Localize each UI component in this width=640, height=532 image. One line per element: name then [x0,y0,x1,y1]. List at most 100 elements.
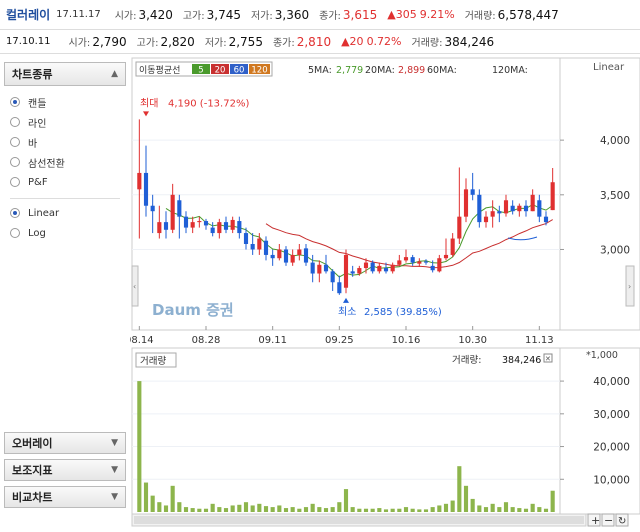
volume-bar [397,508,402,512]
stock-name[interactable]: 컬러레이 [6,6,50,23]
volume-value: 384,246 [502,355,541,366]
scrollbar-thumb[interactable] [134,516,584,524]
candle-body [323,264,329,272]
latest-date: 17.11.17 [56,9,101,20]
volume-bar [330,507,335,512]
chart-type-bar[interactable]: 바 [10,132,126,152]
scale-log[interactable]: Log [10,223,126,243]
volume-bar [243,502,249,512]
close-label: 종가: [319,11,341,22]
volume-axis-panel [559,347,640,515]
chart-area[interactable]: 3,000 3,500 4,000 Linear 이동평균선 5 20 60 120… [125,56,640,529]
chart-type-list: 캔들 라인 바 삼선전환 P&F Linear Log [4,86,126,243]
ma5-value: 2,779 [336,65,363,76]
scale-linear[interactable]: Linear [10,203,126,223]
volume-bar [517,508,522,512]
chart-type-pnf[interactable]: P&F [10,172,126,192]
radio-icon[interactable] [10,177,20,187]
hover-info-bar: 17.10.11 시가: 2,790 고가: 2,820 저가: 2,755 종… [0,30,640,54]
low-label: 저가: [250,11,273,22]
price-tick-label: 4,000 [600,135,630,147]
volume-bar [310,503,315,512]
volume-bar [217,507,222,512]
max-annotation-value: 4,190 (-13.72%) [168,98,249,109]
volume-tick-label: 40,000 [593,376,630,388]
chart-type-three-line-break[interactable]: 삼선전환 [10,152,126,172]
minus-icon: − [604,514,613,527]
volume-bar [510,507,515,512]
candle-body [477,194,482,223]
candle-body [303,248,309,263]
candle-body [517,205,522,212]
ma5-swatch-label: 5 [198,66,203,76]
radio-icon[interactable] [10,137,20,147]
volume-bar [343,489,349,512]
volume-bar [263,506,269,512]
candle-body [270,254,275,259]
plus-icon: + [591,514,600,527]
radio-icon[interactable] [10,157,20,167]
volume-bar [270,507,275,512]
volume-bar [290,507,295,512]
close-value: 3,615 [342,7,378,22]
x-tick-label: 11.13 [525,335,554,346]
chart-type-line[interactable]: 라인 [10,112,126,132]
chart-type-label: 삼선전환 [28,158,65,170]
volume-bar [143,482,149,512]
chart-type-candle[interactable]: 캔들 [10,92,126,112]
volume-bar [350,507,355,512]
ma120-label: 120MA: [492,65,528,76]
scale-indicator: Linear [593,62,625,73]
change-value: ▲305 [387,8,417,21]
hover-volume-label: 거래량: [411,38,443,49]
candle-body [363,262,369,269]
watermark: Daum 증권 [152,301,234,319]
candle-body [143,172,149,206]
volume-bar [523,508,529,512]
overlay-button[interactable]: 오버레이 ▼ [4,432,126,454]
candle-body [177,200,182,217]
radio-icon[interactable] [10,117,20,127]
radio-icon[interactable] [10,228,20,238]
volume-bar [530,503,535,512]
volume-bar [250,505,255,512]
candle-body [497,211,502,214]
volume-bar [230,505,235,512]
volume-bar [437,505,442,512]
candle-body [550,182,555,211]
volume-bar [490,503,495,512]
hover-open-label: 시가: [68,38,91,49]
ma60-label: 60MA: [427,65,457,76]
volume-bar [170,485,175,512]
chevron-left-icon: ‹ [133,282,136,291]
stock-chart[interactable]: 3,000 3,500 4,000 Linear 이동평균선 5 20 60 120… [125,56,640,529]
volume-bar [137,381,142,512]
candle-body [490,211,495,217]
candle-body [183,216,189,228]
candle-body [290,254,295,263]
candle-body [277,249,282,259]
chevron-up-icon[interactable]: ▲ [111,69,118,79]
volume-bar [183,507,189,512]
chart-type-header[interactable]: 차트종류 ▲ [4,62,126,86]
volume-bar [223,508,229,512]
candle-body [423,261,429,263]
hover-high-label: 고가: [136,38,159,49]
volume-bar [383,509,389,512]
candle-body [297,249,302,255]
compare-button[interactable]: 비교차트 ▼ [4,486,126,508]
ma-legend[interactable]: 이동평균선 5 20 60 120 [135,61,273,77]
indicator-label: 보조지표 [12,464,53,477]
hover-low-label: 저가: [204,38,227,49]
ma-legend-title: 이동평균선 [139,65,180,76]
hover-close-value: 2,810 [296,34,332,49]
candle-body [230,219,235,230]
chart-type-title: 차트종류 [12,68,53,81]
hover-open-value: 2,790 [92,34,127,49]
overlay-label: 오버레이 [12,437,53,450]
candle-body [163,222,169,230]
radio-icon[interactable] [10,97,20,107]
volume-bar [357,508,362,512]
radio-icon[interactable] [10,208,20,218]
indicator-button[interactable]: 보조지표 ▼ [4,459,126,481]
